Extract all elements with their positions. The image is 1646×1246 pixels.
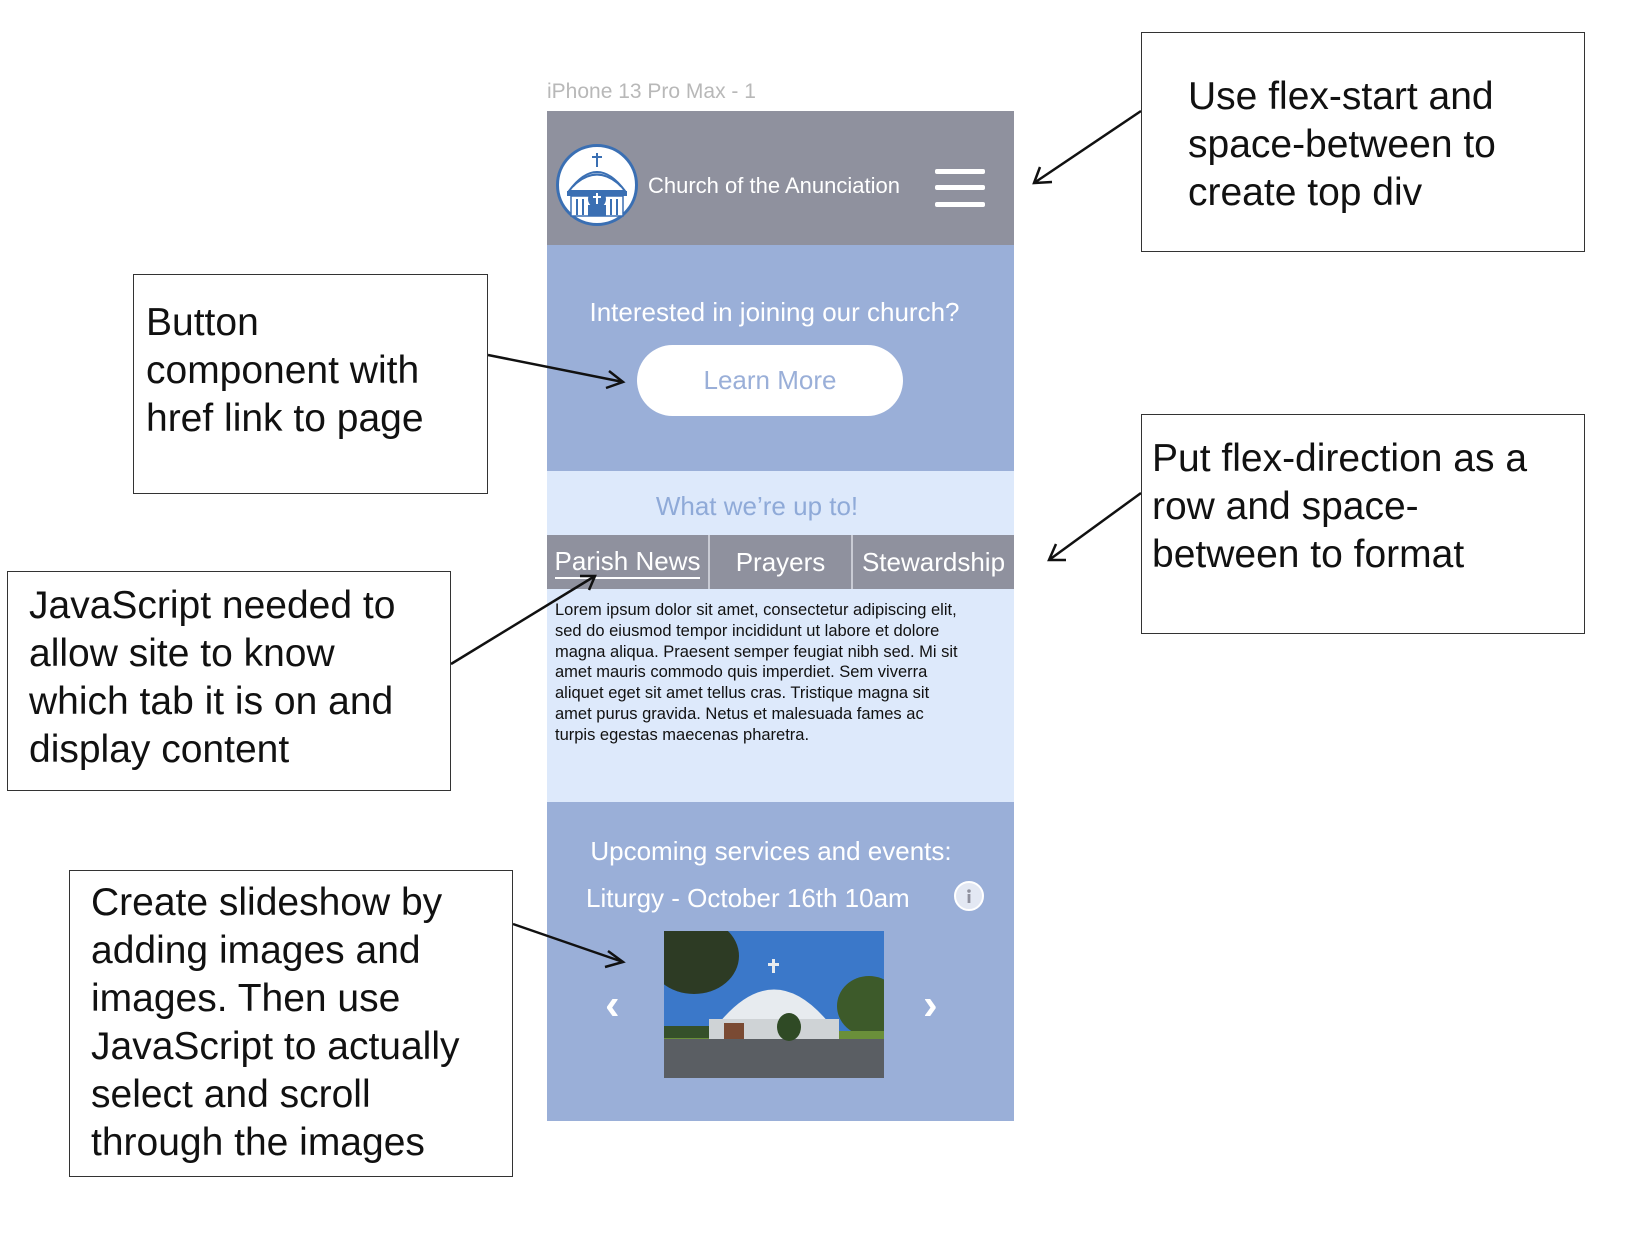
annotation-tabs-format: Put flex-direction as a row and space-bet… <box>1141 414 1585 634</box>
annotation-top-div: Use flex-start and space-between to create… <box>1141 32 1585 252</box>
annotation-slideshow: Create slideshow by adding images and imag… <box>69 870 513 1177</box>
annotation-button: Button component with href link to page <box>133 274 488 494</box>
annotation-javascript: JavaScript needed to allow site to know wh… <box>7 571 451 791</box>
